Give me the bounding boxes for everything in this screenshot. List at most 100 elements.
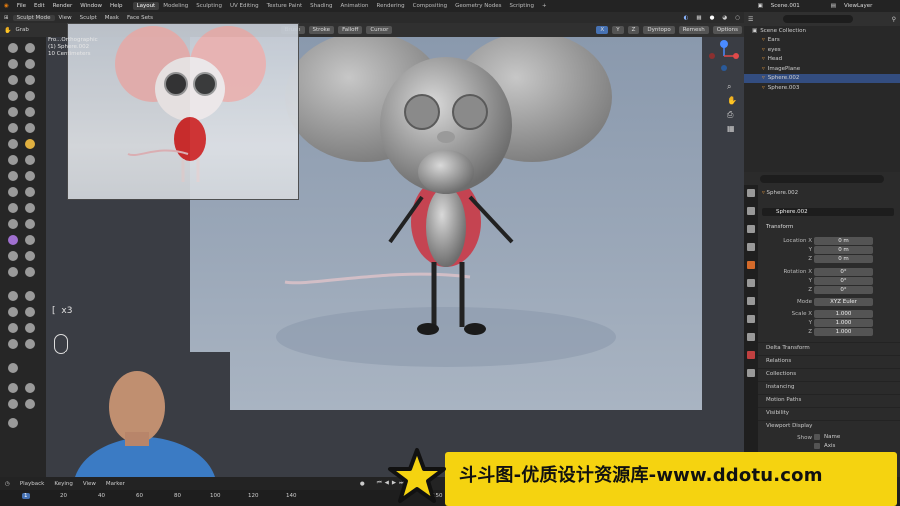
options-menu[interactable]: Options bbox=[712, 26, 742, 34]
location-z-row: Z0 m bbox=[744, 255, 900, 264]
show-name-label: Name bbox=[824, 434, 841, 440]
outliner-editor-icon[interactable]: ☰ bbox=[748, 16, 753, 23]
scale-z-field[interactable]: 1.000 bbox=[814, 328, 873, 336]
menu-edit[interactable]: Edit bbox=[30, 3, 49, 9]
editor-type-icon[interactable]: ⊞ bbox=[0, 15, 13, 21]
zoom-icon[interactable]: ⌕ bbox=[727, 82, 731, 92]
outliner-item-label: Sphere.003 bbox=[767, 84, 800, 91]
tab-modeling[interactable]: Modeling bbox=[159, 2, 192, 10]
frame-tick: 60 bbox=[136, 493, 143, 499]
rotation-z-field[interactable]: 0° bbox=[814, 286, 873, 294]
symmetry-z-toggle[interactable]: Z bbox=[627, 26, 640, 34]
properties-tab-icons[interactable] bbox=[744, 185, 758, 385]
menu-view[interactable]: View bbox=[55, 15, 76, 21]
rotation-mode-select[interactable]: XYZ Euler bbox=[814, 298, 873, 306]
tab-uv-editing[interactable]: UV Editing bbox=[226, 2, 263, 10]
filter-icon[interactable]: ⚲ bbox=[892, 16, 896, 23]
blender-logo-icon[interactable]: ◉ bbox=[0, 3, 13, 9]
navigation-gizmo[interactable] bbox=[708, 40, 740, 72]
tab-rendering[interactable]: Rendering bbox=[373, 2, 409, 10]
scene-collection-row[interactable]: ▣ Scene Collection bbox=[744, 26, 900, 36]
tab-texture-paint[interactable]: Texture Paint bbox=[263, 2, 307, 10]
section-relations[interactable]: Relations bbox=[744, 355, 900, 366]
outliner-item-sphere-002[interactable]: ▿ Sphere.002 bbox=[744, 73, 900, 83]
stroke-menu[interactable]: Stroke bbox=[308, 26, 335, 34]
dyntopo-menu[interactable]: Dyntopo bbox=[643, 26, 675, 34]
rotation-y-field[interactable]: 0° bbox=[814, 277, 873, 285]
cursor-menu[interactable]: Cursor bbox=[366, 26, 393, 34]
scale-y-field[interactable]: 1.000 bbox=[814, 319, 873, 327]
record-button[interactable]: ● bbox=[360, 481, 365, 487]
menu-face-sets[interactable]: Face Sets bbox=[123, 15, 157, 21]
pan-icon[interactable]: ✋ bbox=[727, 96, 737, 105]
shading-solid-icon[interactable]: ● bbox=[706, 15, 719, 21]
rotation-x-field[interactable]: 0° bbox=[814, 268, 873, 276]
tab-compositing[interactable]: Compositing bbox=[409, 2, 451, 10]
location-x-row: Location X0 m bbox=[744, 237, 900, 246]
menu-keying[interactable]: Keying bbox=[49, 481, 77, 487]
timeline-editor-icon[interactable]: ◷ bbox=[0, 481, 15, 487]
shading-rendered-icon[interactable]: ○ bbox=[731, 15, 744, 21]
ortho-toggle-icon[interactable]: ▦ bbox=[727, 124, 735, 133]
section-motion-paths[interactable]: Motion Paths bbox=[744, 394, 900, 405]
show-name-checkbox[interactable] bbox=[814, 434, 820, 440]
section-viewport-display[interactable]: Viewport Display bbox=[744, 420, 900, 431]
view-layer-name[interactable]: ViewLayer bbox=[840, 3, 900, 9]
viewport-info-text: Fro...Orthographic (1) Sphere.002 10 Cen… bbox=[48, 37, 98, 58]
scale-x-field[interactable]: 1.000 bbox=[814, 310, 873, 318]
scale-y-row: Y 1.000 bbox=[744, 319, 900, 328]
section-delta-transform[interactable]: Delta Transform bbox=[744, 342, 900, 353]
menu-help[interactable]: Help bbox=[106, 3, 127, 9]
camera-view-icon[interactable]: ⎙ bbox=[727, 110, 733, 120]
watermark-text: 斗斗图-优质设计资源库-www.ddotu.com bbox=[459, 465, 823, 486]
tab-geometry-nodes[interactable]: Geometry Nodes bbox=[451, 2, 505, 10]
menu-playback[interactable]: Playback bbox=[15, 481, 50, 487]
scale-z-label: Z bbox=[808, 329, 812, 335]
shading-material-icon[interactable]: ◕ bbox=[718, 15, 731, 21]
tab-shading[interactable]: Shading bbox=[306, 2, 336, 10]
outliner-item-eyes[interactable]: ▿ eyes bbox=[744, 45, 900, 55]
section-collections[interactable]: Collections bbox=[744, 368, 900, 379]
overlay-toggle-icon[interactable]: ◐ bbox=[680, 15, 693, 21]
menu-mask[interactable]: Mask bbox=[101, 15, 123, 21]
location-z-field[interactable]: 0 m bbox=[814, 255, 873, 263]
menu-marker[interactable]: Marker bbox=[101, 481, 130, 487]
sculpt-brush-icons[interactable] bbox=[0, 37, 46, 477]
location-x-field[interactable]: 0 m bbox=[814, 237, 873, 245]
outliner-item-sphere-003[interactable]: ▿ Sphere.003 bbox=[744, 83, 900, 93]
menu-render[interactable]: Render bbox=[49, 3, 77, 9]
tab-layout[interactable]: Layout bbox=[132, 2, 160, 10]
add-workspace-button[interactable]: + bbox=[538, 2, 551, 10]
outliner-item-ears[interactable]: ▿ Ears bbox=[744, 36, 900, 46]
remesh-menu[interactable]: Remesh bbox=[678, 26, 709, 34]
outliner-panel: ☰ ⚲ ▣ Scene Collection ▿ Ears ▿ eyes ▿ Head… bbox=[744, 12, 900, 172]
scene-name[interactable]: Scene.001 bbox=[767, 3, 827, 9]
menu-timeline-view[interactable]: View bbox=[78, 481, 101, 487]
tab-sculpting[interactable]: Sculpting bbox=[192, 2, 226, 10]
section-instancing[interactable]: Instancing bbox=[744, 381, 900, 392]
mode-selector[interactable]: Sculpt Mode bbox=[12, 14, 55, 21]
show-axis-checkbox[interactable] bbox=[814, 443, 820, 449]
object-name-field[interactable]: Sphere.002 bbox=[762, 208, 894, 216]
transform-section-header[interactable]: Transform bbox=[744, 222, 900, 233]
view-layer-icon: ▤ bbox=[830, 3, 836, 9]
frame-tick: 100 bbox=[210, 493, 221, 499]
properties-search-input[interactable] bbox=[760, 175, 884, 183]
menu-sculpt[interactable]: Sculpt bbox=[76, 15, 101, 21]
outliner-item-imageplane[interactable]: ▿ ImagePlane bbox=[744, 64, 900, 74]
outliner-search-input[interactable] bbox=[783, 15, 854, 23]
object-name-header: ▿ Sphere.002 bbox=[762, 190, 798, 196]
scale-z-row: Z 1.000 bbox=[744, 328, 900, 337]
outliner-item-head[interactable]: ▿ Head bbox=[744, 55, 900, 65]
symmetry-x-toggle[interactable]: X bbox=[596, 26, 609, 34]
falloff-menu[interactable]: Falloff bbox=[338, 26, 363, 34]
current-frame-indicator[interactable]: 1 bbox=[22, 493, 30, 499]
tab-scripting[interactable]: Scripting bbox=[506, 2, 538, 10]
menu-window[interactable]: Window bbox=[76, 3, 106, 9]
tab-animation[interactable]: Animation bbox=[336, 2, 372, 10]
symmetry-y-toggle[interactable]: Y bbox=[612, 26, 624, 34]
menu-file[interactable]: File bbox=[13, 3, 30, 9]
section-visibility[interactable]: Visibility bbox=[744, 407, 900, 418]
xray-toggle-icon[interactable]: ▦ bbox=[692, 15, 705, 21]
location-y-field[interactable]: 0 m bbox=[814, 246, 873, 254]
